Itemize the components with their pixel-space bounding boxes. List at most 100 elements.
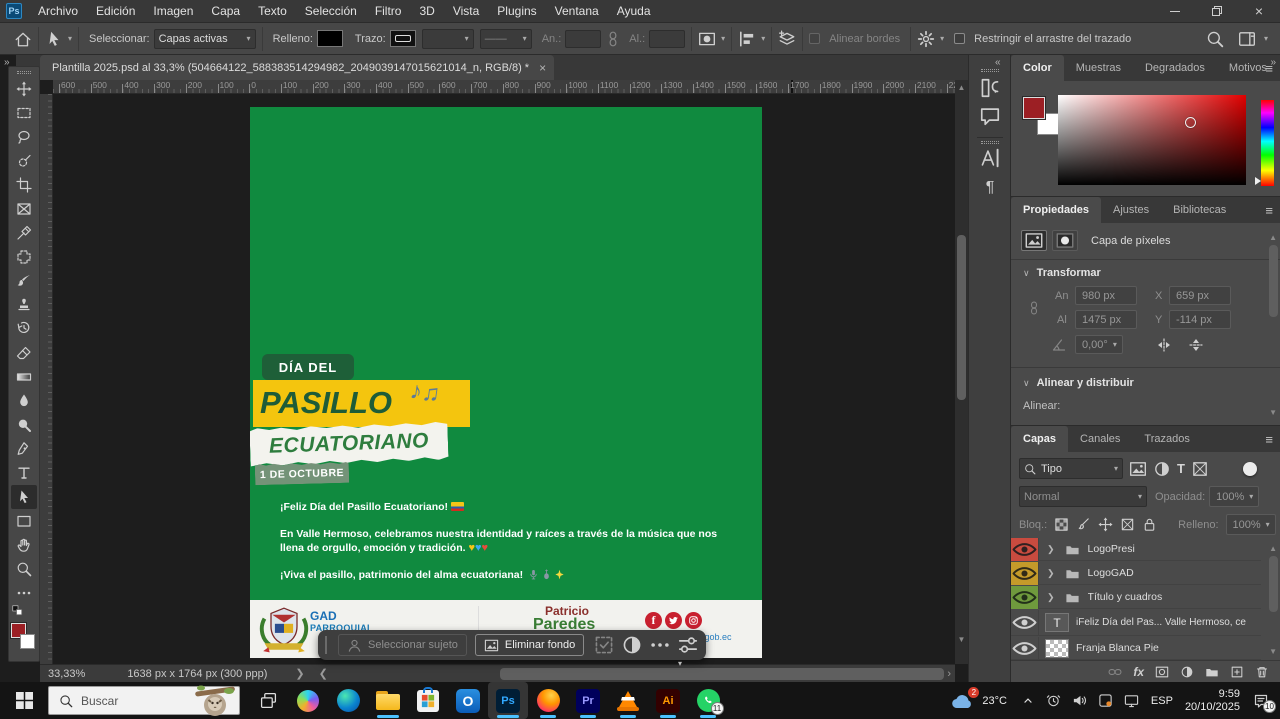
eyedropper-tool[interactable] (11, 221, 37, 245)
path-operations-icon[interactable] (698, 30, 716, 48)
tab-muestras[interactable]: Muestras (1064, 55, 1133, 81)
workspace-icon[interactable] (1238, 30, 1256, 48)
clock[interactable]: 9:59 20/10/2025 (1185, 688, 1240, 714)
canvas-area[interactable]: 6005004003002001000100200300400500600700… (40, 80, 955, 664)
microsoft-store-icon[interactable] (408, 682, 448, 719)
edge-icon[interactable] (328, 682, 368, 719)
align-collapse-icon[interactable]: ∨ (1023, 378, 1030, 388)
taskbar-drag-handle[interactable] (325, 636, 332, 654)
gear-icon[interactable] (917, 30, 935, 48)
minimize-button[interactable] (1154, 0, 1196, 22)
weather-icon[interactable]: 2 (946, 682, 980, 719)
zoom-level[interactable]: 33,33% (48, 668, 85, 680)
task-view-button[interactable] (248, 682, 288, 719)
history-panel-icon[interactable] (979, 77, 1001, 99)
frame-tool[interactable] (11, 197, 37, 221)
visibility-eye-icon[interactable] (1011, 609, 1038, 636)
vlc-icon[interactable] (608, 682, 648, 719)
premiere-icon[interactable]: Pr (568, 682, 608, 719)
layers-scroll-thumb[interactable] (1269, 556, 1278, 612)
properties-panel-menu-icon[interactable]: ≡ (1265, 203, 1272, 218)
expand-panels-icon[interactable]: « (995, 57, 1001, 68)
workspace-caret-icon[interactable]: ▾ (1264, 34, 1268, 43)
horizontal-ruler[interactable]: 6005004003002001000100200300400500600700… (53, 80, 955, 94)
flip-horizontal-icon[interactable] (1155, 337, 1173, 353)
scroll-down-icon[interactable]: ▼ (955, 635, 968, 644)
start-button[interactable] (4, 682, 44, 719)
path-alignment-icon[interactable] (738, 30, 756, 48)
zoom-tool[interactable] (11, 557, 37, 581)
default-swatches-icon[interactable] (11, 605, 25, 617)
more-options-icon[interactable] (648, 634, 672, 656)
history-brush-tool[interactable] (11, 317, 37, 341)
tab-close-icon[interactable]: × (539, 61, 546, 75)
home-icon[interactable] (14, 30, 32, 48)
language-indicator[interactable]: ESP (1151, 695, 1173, 707)
lasso-tool[interactable] (11, 125, 37, 149)
volume-icon[interactable] (1067, 682, 1093, 719)
menu-seleccion[interactable]: Selección (297, 1, 365, 21)
tray-chevron-icon[interactable] (1015, 682, 1041, 719)
tab-degradados[interactable]: Degradados (1133, 55, 1217, 81)
vertical-ruler[interactable] (40, 94, 53, 664)
menu-ayuda[interactable]: Ayuda (609, 1, 659, 21)
props-scroll-thumb[interactable] (1269, 245, 1278, 317)
document-canvas[interactable]: DÍA DEL PASILLO ♪♫ ECUATORIANO 1 DE OCTU… (250, 107, 762, 658)
tool-preset-caret-icon[interactable]: ▾ (68, 34, 72, 43)
scroll-right-icon[interactable]: › (947, 668, 951, 680)
hue-slider-arrow[interactable] (1255, 177, 1261, 185)
gradient-tool[interactable] (11, 365, 37, 389)
snip-update-icon[interactable] (1093, 682, 1119, 719)
layer-row-titulo[interactable]: ❯ Título y cuadros (1011, 586, 1261, 609)
color-field-cursor[interactable] (1185, 117, 1196, 128)
vertical-scrollbar[interactable]: ▲ ▼ (955, 80, 968, 664)
layers-scroll-up-icon[interactable]: ▲ (1269, 544, 1277, 553)
status-popup-icon2[interactable]: ❮ (319, 667, 328, 680)
delete-layer-icon[interactable] (1255, 665, 1269, 679)
blur-tool[interactable] (11, 389, 37, 413)
menu-filtro[interactable]: Filtro (367, 1, 410, 21)
outlook-icon[interactable]: O (448, 682, 488, 719)
move-tool[interactable] (11, 77, 37, 101)
menu-plugins[interactable]: Plugins (489, 1, 544, 21)
path-selection-tool[interactable] (11, 485, 37, 509)
rectangle-tool[interactable] (11, 509, 37, 533)
photoshop-taskbar-icon[interactable]: Ps (488, 682, 528, 719)
layers-panel-menu-icon[interactable]: ≡ (1265, 432, 1272, 447)
pen-tool[interactable] (11, 437, 37, 461)
filter-adjustment-icon[interactable] (1153, 460, 1171, 478)
color-field[interactable] (1058, 95, 1246, 185)
hue-slider[interactable] (1261, 100, 1274, 186)
background-color-swatch[interactable] (20, 634, 35, 649)
more-tools[interactable] (11, 581, 37, 605)
type-tool[interactable] (11, 461, 37, 485)
search-input[interactable]: Buscar (48, 686, 240, 715)
visibility-eye-icon[interactable] (1011, 560, 1038, 587)
pixel-layer-icon[interactable] (1021, 230, 1047, 251)
copilot-icon[interactable] (288, 682, 328, 719)
filter-shape-icon[interactable] (1191, 460, 1209, 478)
restringir-checkbox[interactable] (954, 33, 965, 44)
menu-ventana[interactable]: Ventana (547, 1, 607, 21)
scroll-up-icon[interactable]: ▲ (955, 83, 968, 92)
transform-collapse-icon[interactable]: ∨ (1023, 268, 1030, 278)
collapse-dock-icon[interactable]: » (1270, 57, 1276, 68)
taskbar-caret-icon[interactable]: ▾ (678, 659, 682, 668)
tab-capas[interactable]: Capas (1011, 426, 1068, 452)
stroke-swatch[interactable] (390, 30, 416, 47)
paragraph-panel-icon[interactable]: ¶ (979, 177, 1001, 199)
visibility-eye-icon[interactable] (1011, 635, 1038, 661)
lock-artboard-icon[interactable] (1120, 517, 1135, 532)
layer-style-icon[interactable]: fx (1133, 665, 1144, 679)
layer-row-text[interactable]: T iFeliz Día del Pas... Valle Hermoso, c… (1011, 610, 1261, 636)
marquee-tool[interactable] (11, 101, 37, 125)
lock-transparent-icon[interactable] (1054, 517, 1069, 532)
character-panel-icon[interactable] (979, 147, 1001, 169)
comments-panel-icon[interactable] (979, 105, 1001, 127)
group-expand-icon[interactable]: ❯ (1047, 544, 1055, 555)
filter-toggle[interactable] (1243, 462, 1257, 476)
adjustment-layer-icon[interactable] (1180, 665, 1194, 679)
add-mask-icon[interactable] (1155, 665, 1169, 679)
lock-position-icon[interactable] (1098, 517, 1113, 532)
path-arrangement-icon[interactable] (778, 30, 796, 48)
